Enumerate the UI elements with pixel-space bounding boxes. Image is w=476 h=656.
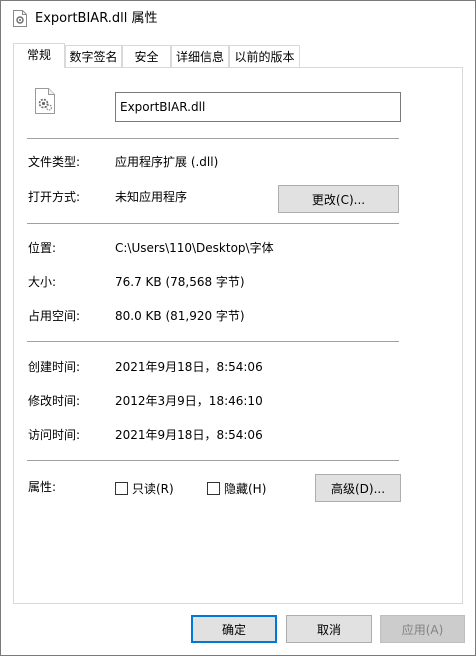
- size-on-disk-label: 占用空间:: [28, 309, 81, 323]
- size-on-disk-value: 80.0 KB (81,920 字节): [115, 309, 245, 323]
- readonly-checkbox-box[interactable]: [115, 482, 128, 495]
- location-value: C:\Users\110\Desktop\字体: [115, 241, 274, 255]
- tab-details[interactable]: 详细信息: [171, 45, 229, 67]
- separator: [27, 223, 399, 224]
- tab-general[interactable]: 常规: [13, 43, 65, 68]
- modified-label: 修改时间:: [28, 394, 81, 408]
- tab-security[interactable]: 安全: [122, 45, 171, 67]
- readonly-label: 只读(R): [132, 482, 174, 496]
- file-name-input[interactable]: [115, 92, 401, 122]
- general-tab-panel: 文件类型: 应用程序扩展 (.dll) 打开方式: 未知应用程序 更改(C)..…: [13, 67, 463, 604]
- hidden-label: 隐藏(H): [224, 482, 267, 496]
- readonly-checkbox[interactable]: 只读(R): [115, 481, 174, 497]
- separator: [27, 341, 399, 342]
- location-label: 位置:: [28, 241, 57, 255]
- window-title: ExportBIAR.dll 属性: [35, 11, 158, 26]
- separator: [27, 460, 399, 461]
- accessed-label: 访问时间:: [28, 428, 81, 442]
- change-button[interactable]: 更改(C)...: [278, 185, 399, 213]
- apply-button[interactable]: 应用(A): [380, 615, 465, 643]
- cancel-button[interactable]: 取消: [286, 615, 372, 643]
- file-type-value: 应用程序扩展 (.dll): [115, 155, 219, 169]
- dll-gear-file-icon: [35, 88, 55, 114]
- size-value: 76.7 KB (78,568 字节): [115, 275, 245, 289]
- file-type-label: 文件类型:: [28, 155, 81, 169]
- title-bar[interactable]: ExportBIAR.dll 属性: [1, 1, 475, 37]
- properties-dialog: ExportBIAR.dll 属性 常规 数字签名 安全 详细信息 以前的版本 …: [0, 0, 476, 656]
- modified-value: 2012年3月9日，18:46:10: [115, 394, 263, 408]
- separator: [27, 138, 399, 139]
- opens-with-value: 未知应用程序: [115, 190, 188, 204]
- advanced-button[interactable]: 高级(D)...: [315, 474, 401, 502]
- dll-gear-file-icon: [13, 10, 27, 27]
- hidden-checkbox[interactable]: 隐藏(H): [207, 481, 266, 497]
- attributes-label: 属性:: [28, 480, 57, 494]
- tab-previous-versions[interactable]: 以前的版本: [229, 45, 300, 67]
- ok-button[interactable]: 确定: [191, 615, 277, 643]
- opens-with-label: 打开方式:: [28, 190, 81, 204]
- tab-digital-signatures[interactable]: 数字签名: [65, 45, 122, 67]
- hidden-checkbox-box[interactable]: [207, 482, 220, 495]
- size-label: 大小:: [28, 275, 57, 289]
- accessed-value: 2021年9月18日，8:54:06: [115, 428, 263, 442]
- created-label: 创建时间:: [28, 360, 81, 374]
- created-value: 2021年9月18日，8:54:06: [115, 360, 263, 374]
